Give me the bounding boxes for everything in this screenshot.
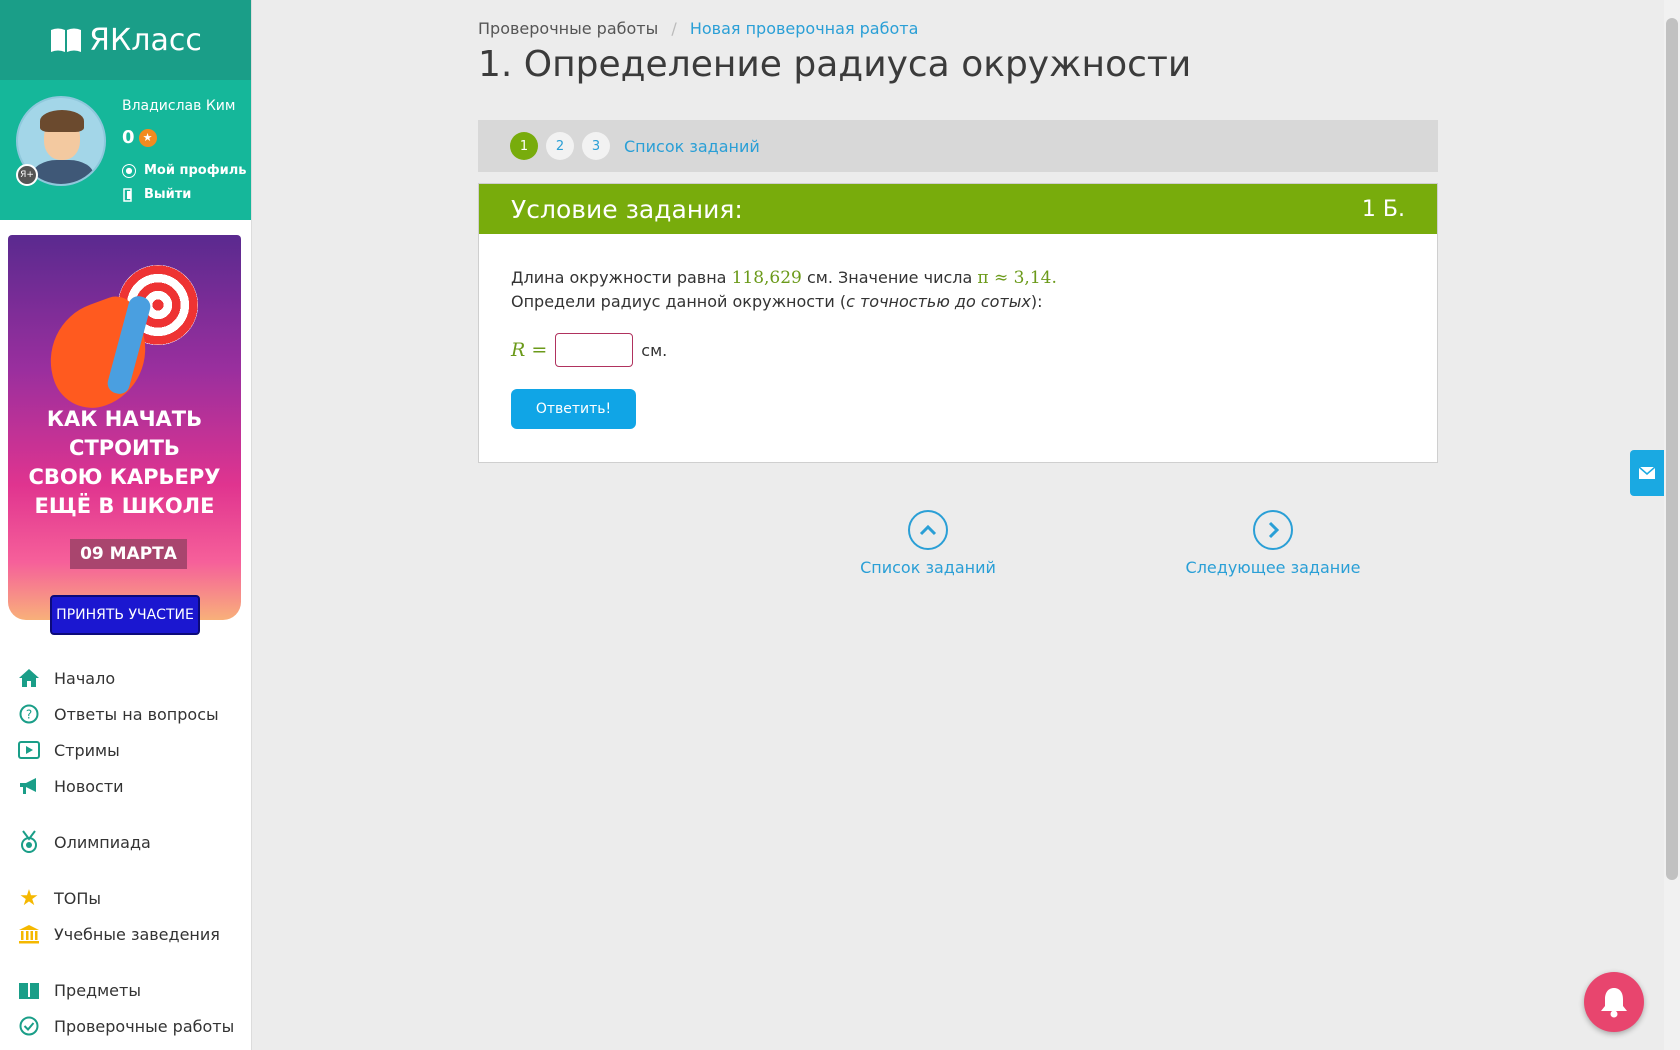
step-3[interactable]: 3	[582, 132, 610, 160]
books-icon	[18, 979, 40, 1001]
sidebar-item-institutions[interactable]: Учебные заведения	[0, 916, 251, 952]
task-list-link[interactable]: Список заданий	[624, 137, 760, 156]
step-1[interactable]: 1	[510, 132, 538, 160]
star-coin-icon: ★	[138, 128, 157, 147]
sidebar-item-tests[interactable]: Проверочные работы	[0, 1008, 251, 1044]
task-header: Условие задания: 1 Б.	[479, 184, 1437, 234]
institution-icon	[18, 923, 40, 945]
ad-participate-button[interactable]: ПРИНЯТЬ УЧАСТИЕ	[50, 595, 200, 635]
megaphone-icon	[18, 775, 40, 797]
page-title: 1. Определение радиуса окружности	[478, 44, 1192, 85]
sidebar-item-home[interactable]: Начало	[0, 660, 251, 696]
question-icon: ?	[18, 703, 40, 725]
task-list-nav[interactable]: Список заданий	[848, 510, 1008, 577]
my-profile-link[interactable]: ● Мой профиль	[122, 163, 246, 178]
user-name: Владислав Ким	[122, 98, 236, 114]
sidebar-item-subjects[interactable]: Предметы	[0, 972, 251, 1008]
score-value: 0	[122, 127, 135, 148]
career-ad-banner[interactable]: КАК НАЧАТЬ СТРОИТЬ СВОЮ КАРЬЕРУ ЕЩЁ В ШК…	[8, 235, 241, 635]
page-scrollbar[interactable]	[1664, 0, 1680, 1050]
star-icon: ★	[19, 885, 39, 911]
answer-variable: R =	[511, 338, 548, 361]
my-profile-label: Мой профиль	[144, 163, 247, 178]
feedback-tab[interactable]	[1630, 450, 1664, 496]
bell-icon	[1601, 988, 1627, 1018]
user-circle-icon: ●	[122, 163, 136, 178]
logout-link[interactable]: Выйти	[122, 187, 191, 202]
ad-headline: КАК НАЧАТЬ СТРОИТЬ СВОЮ КАРЬЕРУ ЕЩЁ В ШК…	[28, 407, 221, 518]
ad-date: 09 МАРТА	[70, 539, 187, 569]
logout-icon	[123, 187, 132, 202]
answer-unit: см.	[641, 340, 668, 360]
task-text-line2: Определи радиус данной окружности (с точ…	[511, 292, 1043, 311]
notifications-button[interactable]	[1584, 972, 1644, 1032]
breadcrumb: Проверочные работы / Новая проверочная р…	[478, 19, 918, 38]
logo[interactable]: ЯКласс	[0, 0, 251, 80]
breadcrumb-tests[interactable]: Проверочные работы	[478, 19, 658, 38]
task-points: 1 Б.	[1361, 196, 1405, 222]
book-logo-icon	[51, 28, 82, 52]
circumference-value: 118,629	[731, 268, 802, 288]
home-icon	[18, 667, 40, 689]
sidebar-item-streams[interactable]: Стримы	[0, 732, 251, 768]
task-steps-bar: 1 2 3 Список заданий	[478, 120, 1438, 172]
breadcrumb-separator: /	[671, 19, 677, 38]
task-text-line1: Длина окружности равна 118,629 см. Значе…	[511, 268, 1057, 288]
sidebar-item-tops[interactable]: ★ ТОПы	[0, 880, 251, 916]
ya-plus-badge[interactable]: Я+	[16, 164, 38, 186]
step-2[interactable]: 2	[546, 132, 574, 160]
next-task-nav[interactable]: Следующее задание	[1178, 510, 1368, 577]
radius-answer-input[interactable]	[555, 333, 634, 367]
sidebar-item-news[interactable]: Новости	[0, 768, 251, 804]
task-body: Длина окружности равна 118,629 см. Значе…	[479, 234, 1437, 429]
pi-approx: π ≈ 3,14.	[977, 268, 1057, 288]
user-score: 0 ★	[122, 127, 157, 148]
envelope-icon	[1638, 466, 1656, 479]
answer-row: R = см.	[511, 333, 1405, 367]
medal-icon	[18, 830, 40, 853]
chevron-up-icon	[908, 510, 948, 550]
task-header-title: Условие задания:	[511, 194, 743, 224]
submit-answer-button[interactable]: Ответить!	[511, 389, 636, 429]
sidebar-item-answers[interactable]: ? Ответы на вопросы	[0, 696, 251, 732]
scrollbar-thumb[interactable]	[1666, 18, 1678, 880]
logout-label: Выйти	[144, 187, 192, 202]
check-circle-icon	[18, 1015, 40, 1037]
sidebar-nav: Начало ? Ответы на вопросы Стримы Новост…	[0, 660, 251, 1044]
task-card: Условие задания: 1 Б. Длина окружности р…	[478, 183, 1438, 463]
sidebar: ЯКласс Я+ Владислав Ким 0 ★ ● Мой профил…	[0, 0, 252, 1050]
svg-text:?: ?	[26, 708, 32, 722]
breadcrumb-new-test[interactable]: Новая проверочная работа	[690, 19, 919, 38]
ad-illustration	[33, 255, 198, 420]
user-panel: Я+ Владислав Ким 0 ★ ● Мой профиль Выйти	[0, 80, 251, 220]
sidebar-item-olympiad[interactable]: Олимпиада	[0, 824, 251, 860]
bottom-navigation: Список заданий Следующее задание	[478, 510, 1438, 590]
play-icon	[18, 739, 40, 761]
chevron-right-icon	[1253, 510, 1293, 550]
brand-name: ЯКласс	[89, 22, 202, 58]
